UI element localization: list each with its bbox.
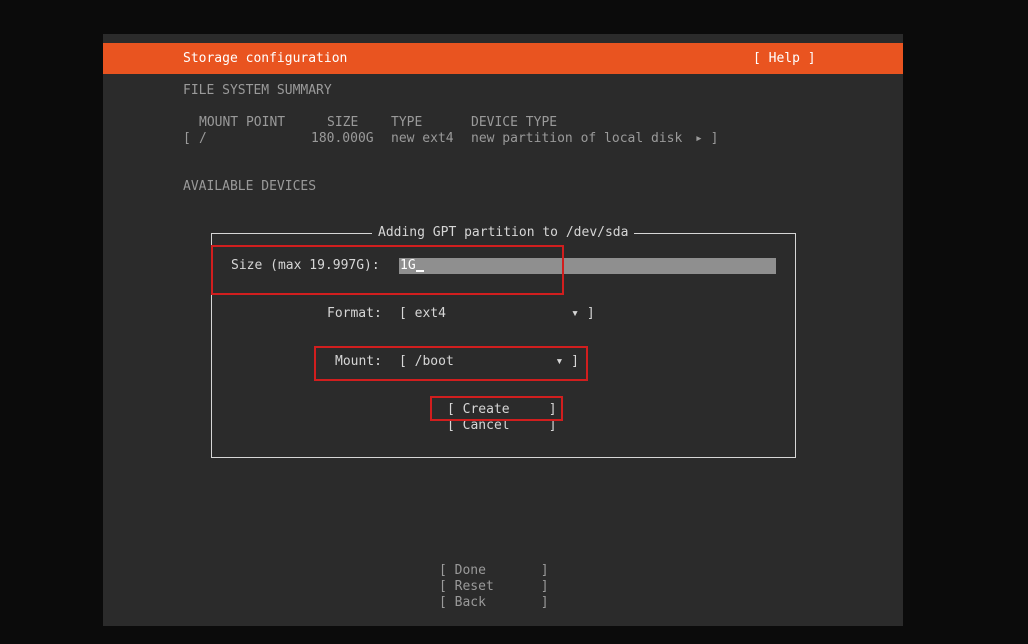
mount-highlight-box [314, 346, 588, 381]
row-mount: / [199, 131, 207, 146]
create-highlight-box [430, 396, 563, 421]
row-open-bracket: [ [183, 131, 191, 146]
size-highlight-box [211, 245, 564, 295]
row-menu-arrow-icon[interactable]: ▸ ] [695, 131, 718, 147]
column-size: SIZE [327, 115, 359, 130]
file-system-summary-heading: FILE SYSTEM SUMMARY [183, 83, 332, 98]
column-mount-point: MOUNT POINT [199, 115, 286, 130]
row-size: 180.000G [311, 131, 374, 146]
format-label: Format: [327, 306, 382, 321]
page-title: Storage configuration [183, 51, 348, 66]
column-device-type: DEVICE TYPE [471, 115, 558, 130]
help-button[interactable]: [ Help ] [753, 51, 816, 66]
back-button[interactable]: [ Back ] [439, 595, 549, 611]
done-button[interactable]: [ Done ] [439, 563, 549, 579]
installer-screen: Storage configuration [ Help ] FILE SYST… [103, 34, 903, 626]
column-type: TYPE [391, 115, 423, 130]
row-type: new ext4 [391, 131, 454, 146]
format-select[interactable]: [ ext4 ▾ ] [399, 306, 595, 322]
reset-button[interactable]: [ Reset ] [439, 579, 549, 595]
dialog-title: Adding GPT partition to /dev/sda [372, 225, 635, 241]
header-bar: Storage configuration [ Help ] [103, 43, 903, 74]
available-devices-heading: AVAILABLE DEVICES [183, 179, 317, 194]
row-device-type: new partition of local disk [471, 131, 683, 146]
